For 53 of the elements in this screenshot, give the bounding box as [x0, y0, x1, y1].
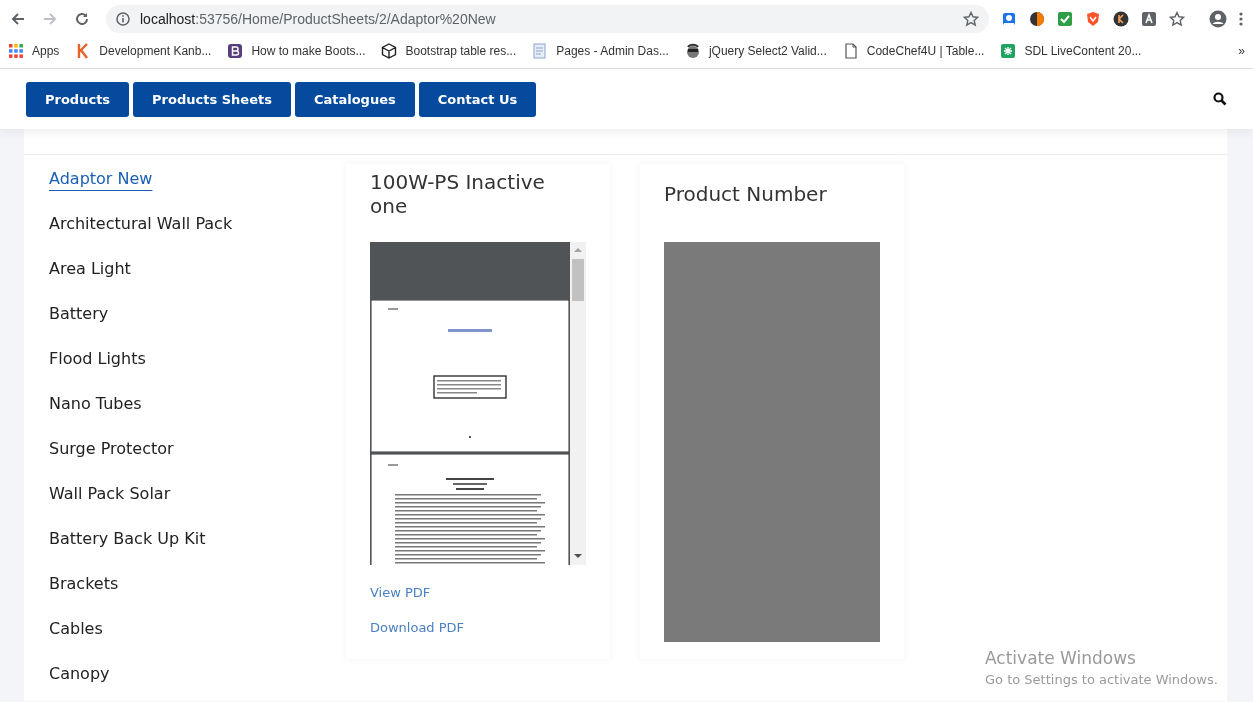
sidebar-link[interactable]: Flood Lights	[49, 344, 146, 389]
bookmark[interactable]: How to make Boots...	[227, 43, 366, 59]
pdf-link[interactable]: View PDF	[370, 585, 431, 600]
profile-icon[interactable]	[1209, 10, 1227, 28]
sidebar-link[interactable]: Battery	[49, 299, 109, 344]
shield-icon[interactable]	[1085, 11, 1101, 27]
reload-icon[interactable]	[74, 11, 90, 27]
extension-icon[interactable]	[1113, 11, 1129, 27]
bookmark[interactable]: Pages - Admin Das...	[532, 43, 669, 59]
cube-icon	[381, 43, 398, 59]
nav-button[interactable]: Products	[26, 81, 130, 117]
nav-button[interactable]: Products Sheets	[133, 81, 291, 117]
star-icon[interactable]	[1169, 11, 1185, 27]
sidebar-link[interactable]: Canopy	[49, 659, 110, 701]
sidebar-link[interactable]: Area Light	[49, 254, 131, 299]
sheet-title: Product Number	[664, 181, 828, 208]
url-text: localhost:53756/Home/ProductSheets/2/Adaptor%20New	[140, 11, 496, 27]
nav-button[interactable]: Catalogues	[294, 81, 415, 117]
activation-title: Activate Windows	[985, 648, 1137, 668]
b-letter-icon	[227, 43, 244, 59]
menu-icon[interactable]	[1239, 11, 1243, 27]
sidebar-link[interactable]: Wall Pack Solar	[49, 479, 171, 524]
bookmark[interactable]: SDL LiveContent 20...	[1000, 43, 1142, 59]
sidebar-link[interactable]: Adaptor New	[49, 164, 153, 209]
bookmark[interactable]: CodeChef4U | Table...	[842, 43, 985, 59]
pdf-link[interactable]: Download PDF	[370, 620, 465, 635]
address-bar[interactable]: localhost:53756/Home/ProductSheets/2/Adaptor%20New	[106, 5, 989, 33]
star-icon[interactable]	[963, 11, 979, 27]
info-icon	[116, 12, 130, 26]
page-icon	[842, 43, 859, 59]
sidebar-link[interactable]: Architectural Wall Pack	[49, 209, 233, 254]
bookmark[interactable]: Apps	[8, 43, 60, 59]
extension-icon[interactable]	[1029, 11, 1045, 27]
sidebar-link[interactable]: Surge Protector	[49, 434, 174, 479]
document-icon	[532, 43, 549, 59]
sidebar-link[interactable]: Cables	[49, 614, 103, 659]
back-icon[interactable]	[10, 11, 26, 27]
bookmarks-overflow[interactable]: »	[1238, 44, 1245, 58]
apps-grid-icon	[8, 43, 24, 59]
sidebar-link[interactable]: Nano Tubes	[49, 389, 142, 434]
extension-icon[interactable]	[1141, 11, 1157, 27]
sheet-title: 100W-PS Inactive one	[370, 170, 546, 220]
nav-button[interactable]: Contact Us	[418, 81, 537, 117]
activation-message: Go to Settings to activate Windows.	[985, 672, 1218, 687]
scrollbar-drawing[interactable]	[570, 242, 586, 565]
bookmark[interactable]: jQuery Select2 Valid...	[684, 43, 827, 59]
search-icon[interactable]	[1213, 92, 1227, 106]
star-burst-icon	[1000, 43, 1017, 59]
bookmark[interactable]: Bootstrap table res...	[381, 43, 517, 59]
pdf-viewer[interactable]	[370, 242, 586, 565]
bookmark[interactable]: Development Kanb...	[75, 43, 212, 59]
sidebar-link[interactable]: Battery Back Up Kit	[49, 524, 206, 569]
sidebar-link[interactable]: Brackets	[49, 569, 119, 614]
